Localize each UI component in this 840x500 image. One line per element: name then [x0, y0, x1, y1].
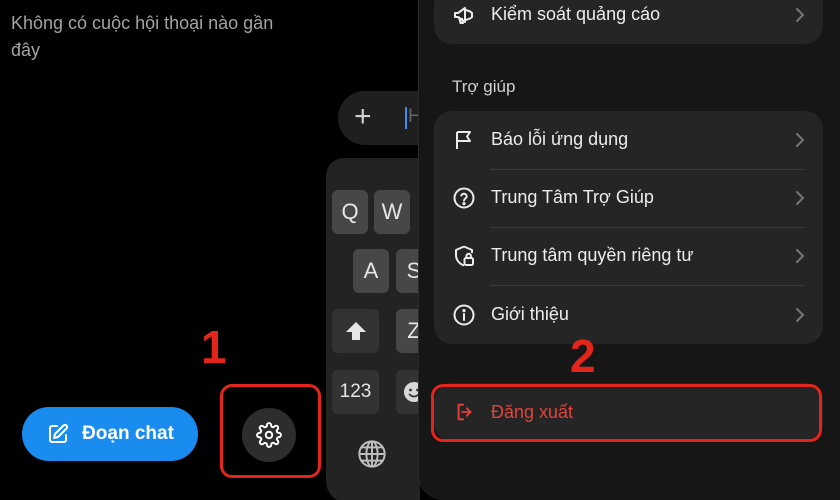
ad-control-label: Kiểm soát quảng cáo: [491, 4, 661, 24]
compose-icon: [49, 423, 69, 443]
new-chat-label: Đoạn chat: [82, 423, 174, 444]
key-a[interactable]: A: [353, 249, 389, 293]
help-center-item[interactable]: Trung Tâm Trợ Giúp: [434, 169, 823, 227]
globe-icon: [358, 440, 386, 468]
key-w[interactable]: W: [374, 190, 410, 234]
privacy-lock-icon: [455, 245, 474, 267]
privacy-center-label: Trung tâm quyền riêng tư: [491, 245, 694, 265]
on-screen-keyboard: Q W A S Z 123: [326, 158, 420, 500]
about-item[interactable]: Giới thiệu: [434, 286, 823, 344]
key-q[interactable]: Q: [332, 190, 368, 234]
key-s[interactable]: S: [396, 249, 420, 293]
help-card: Báo lỗi ứng dụng Trung Tâm Trợ Giúp Trun…: [434, 111, 823, 344]
new-chat-button[interactable]: Đoạn chat: [22, 407, 198, 461]
numbers-key[interactable]: 123: [332, 370, 379, 414]
settings-button[interactable]: [242, 408, 296, 462]
chevron-right-icon: [796, 249, 805, 263]
report-bug-item[interactable]: Báo lỗi ứng dụng: [434, 111, 823, 169]
conversation-list-panel: Không có cuộc hội thoại nào gần đây Đoạn…: [0, 0, 325, 500]
key-z[interactable]: Z: [396, 309, 420, 353]
privacy-center-item[interactable]: Trung tâm quyền riêng tư: [434, 227, 823, 285]
settings-menu-panel: Kiểm soát quảng cáo Trợ giúp Báo lỗi ứng…: [418, 0, 840, 500]
gear-icon: [256, 422, 282, 448]
ads-card: Kiểm soát quảng cáo: [434, 0, 823, 44]
report-bug-label: Báo lỗi ứng dụng: [491, 129, 629, 149]
empty-conversations-message: Không có cuộc hội thoại nào gần đây: [11, 13, 274, 60]
flag-icon: [456, 131, 471, 149]
emoji-key[interactable]: [396, 370, 420, 414]
chevron-right-icon: [796, 191, 805, 205]
logout-icon: [457, 403, 472, 421]
help-section-title: Trợ giúp: [452, 77, 516, 96]
text-cursor: [405, 107, 407, 129]
about-label: Giới thiệu: [491, 304, 569, 324]
step2-number: 2: [570, 330, 596, 382]
logout-label: Đăng xuất: [491, 402, 574, 422]
chevron-right-icon: [796, 133, 805, 147]
question-circle-icon: [453, 187, 475, 209]
ad-control-item[interactable]: Kiểm soát quảng cáo: [434, 0, 823, 44]
megaphone-icon: [454, 7, 473, 24]
message-input[interactable]: + Hỏ: [338, 91, 420, 145]
chevron-right-icon: [796, 308, 805, 322]
plus-icon[interactable]: +: [354, 102, 372, 132]
shift-arrow-icon: [345, 322, 366, 340]
shift-key[interactable]: [332, 309, 379, 353]
logout-button[interactable]: Đăng xuất: [434, 383, 823, 441]
info-icon: [453, 304, 475, 326]
chevron-right-icon: [796, 8, 805, 22]
step1-number: 1: [201, 321, 227, 373]
globe-key[interactable]: [356, 438, 388, 470]
chat-composer-panel: + Hỏ Q W A S Z 123: [325, 0, 420, 500]
help-center-label: Trung Tâm Trợ Giúp: [491, 187, 654, 207]
